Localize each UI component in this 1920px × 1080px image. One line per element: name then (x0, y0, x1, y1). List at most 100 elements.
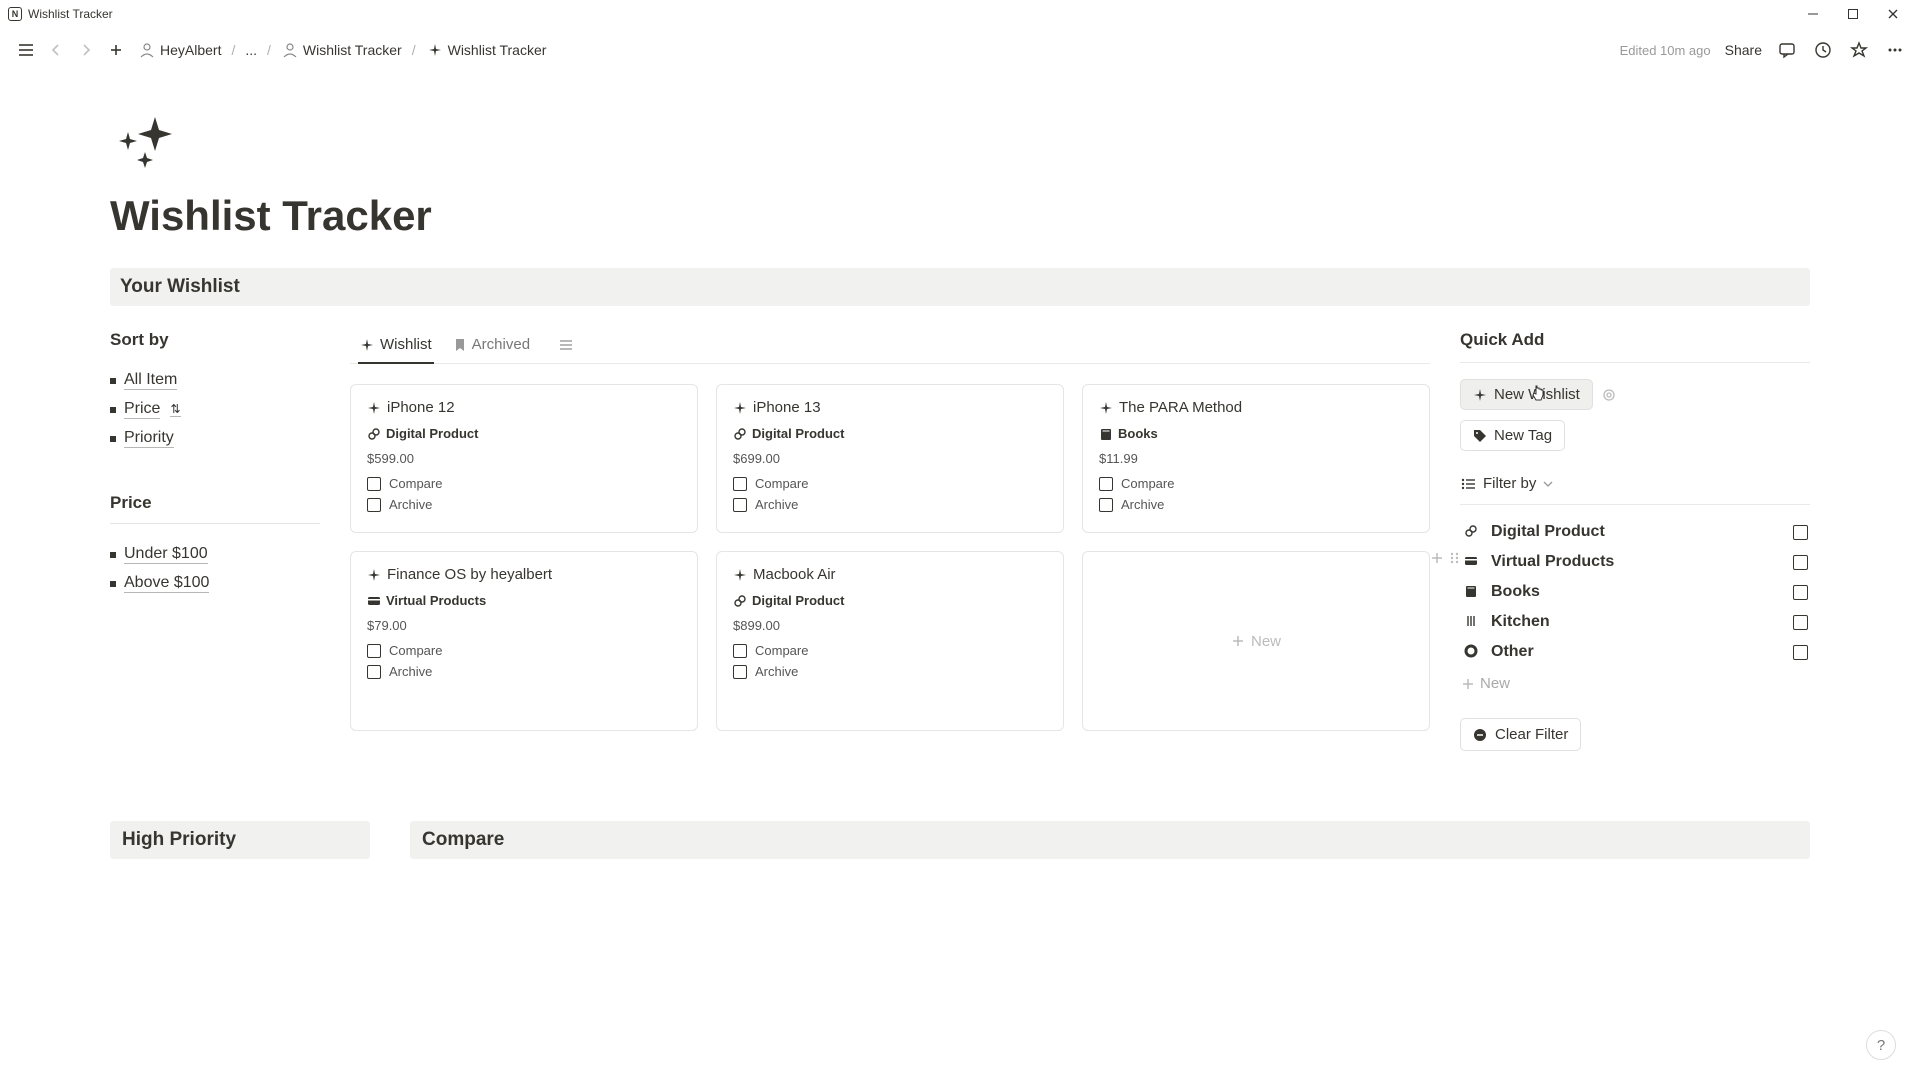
checkbox-icon (1793, 645, 1808, 660)
new-card-button[interactable]: New (1082, 551, 1430, 731)
wishlist-card[interactable]: iPhone 12Digital Product$599.00CompareAr… (350, 384, 698, 533)
archive-checkbox[interactable]: Archive (1099, 497, 1413, 512)
sparkle-icon (367, 401, 381, 415)
window-title: Wishlist Tracker (28, 7, 113, 21)
page-icon[interactable] (110, 112, 1810, 172)
plus-icon[interactable] (1429, 550, 1445, 566)
price-item-under[interactable]: Under $100 (110, 540, 320, 569)
tab-wishlist[interactable]: Wishlist (358, 330, 434, 363)
compare-checkbox[interactable]: Compare (367, 643, 681, 658)
filter-list: Digital ProductVirtual ProductsBooks Kitc… (1460, 517, 1810, 667)
archive-checkbox[interactable]: Archive (367, 497, 681, 512)
sparkle-icon (360, 338, 374, 352)
sort-item-price[interactable]: Price⇅ (110, 395, 320, 424)
avatar-icon (281, 41, 299, 59)
new-wishlist-button[interactable]: New Wishlist (1460, 379, 1593, 410)
more-icon[interactable] (1884, 39, 1906, 61)
filter-category-icon (1462, 554, 1482, 570)
clear-filter-button[interactable]: Clear Filter (1460, 718, 1581, 751)
hamburger-menu-button[interactable] (14, 38, 38, 62)
sparkle-icon (1099, 401, 1113, 415)
bullet-icon (110, 378, 116, 384)
breadcrumb-separator: / (412, 42, 416, 58)
window-maximize-button[interactable] (1844, 5, 1862, 23)
bullet-icon (110, 407, 116, 413)
sort-item-priority[interactable]: Priority (110, 424, 320, 453)
checkbox-icon (1793, 585, 1808, 600)
window-close-button[interactable] (1884, 5, 1902, 23)
sparkle-icon (426, 41, 444, 59)
sparkle-icon (733, 568, 747, 582)
filter-by-toggle[interactable]: Filter by (1460, 475, 1810, 505)
gear-icon[interactable] (1599, 385, 1619, 405)
tab-more-button[interactable] (556, 332, 576, 362)
checkbox-icon (367, 644, 381, 658)
filter-item[interactable]: Books (1460, 577, 1810, 607)
sparkle-icon (733, 401, 747, 415)
cards-grid: iPhone 12Digital Product$599.00CompareAr… (350, 384, 1430, 731)
tag-icon (367, 594, 381, 608)
wishlist-card[interactable]: iPhone 13Digital Product$699.00CompareAr… (716, 384, 1064, 533)
filter-item-label: Other (1491, 643, 1534, 661)
sparkle-icon (1473, 388, 1487, 402)
checkbox-icon (367, 498, 381, 512)
bookmark-icon (454, 338, 466, 352)
archive-checkbox[interactable]: Archive (733, 664, 1047, 679)
card-title-text: Finance OS by heyalbert (387, 566, 552, 583)
checkbox-icon (733, 665, 747, 679)
updates-icon[interactable] (1812, 39, 1834, 61)
breadcrumb-current[interactable]: Wishlist Tracker (422, 39, 551, 61)
breadcrumb-root[interactable]: HeyAlbert (134, 39, 225, 61)
checkbox-icon (733, 644, 747, 658)
filter-new-button[interactable]: New (1460, 667, 1810, 700)
filter-item[interactable]: Digital Product (1460, 517, 1810, 547)
breadcrumb-dots[interactable]: ... (241, 40, 261, 60)
card-tag-text: Digital Product (386, 426, 478, 441)
checkbox-icon (1099, 498, 1113, 512)
new-tag-button[interactable]: New Tag (1460, 420, 1565, 451)
breadcrumb-parent[interactable]: Wishlist Tracker (277, 39, 406, 61)
sparkle-icon (367, 568, 381, 582)
page-title[interactable]: Wishlist Tracker (110, 192, 1810, 240)
comments-icon[interactable] (1776, 39, 1798, 61)
card-title-text: iPhone 12 (387, 399, 455, 416)
filter-item-label: Kitchen (1491, 613, 1550, 631)
drag-handle-icon[interactable] (1449, 550, 1461, 566)
card-tag-text: Digital Product (752, 426, 844, 441)
new-tab-button[interactable] (104, 38, 128, 62)
bullet-icon (110, 581, 116, 587)
filter-item[interactable]: Other (1460, 637, 1810, 667)
wishlist-card[interactable]: The PARA MethodBooks$11.99CompareArchive (1082, 384, 1430, 533)
filter-category-icon (1462, 584, 1482, 600)
compare-checkbox[interactable]: Compare (1099, 476, 1413, 491)
clear-icon (1473, 728, 1487, 742)
favorite-icon[interactable] (1848, 39, 1870, 61)
nav-forward-button[interactable] (74, 38, 98, 62)
nav-back-button[interactable] (44, 38, 68, 62)
archive-checkbox[interactable]: Archive (367, 664, 681, 679)
filter-item[interactable]: Virtual Products (1460, 547, 1810, 577)
edited-timestamp: Edited 10m ago (1620, 43, 1711, 58)
wishlist-card[interactable]: Macbook AirDigital Product$899.00Compare… (716, 551, 1064, 731)
archive-checkbox[interactable]: Archive (733, 497, 1047, 512)
bullet-icon (110, 436, 116, 442)
breadcrumb: HeyAlbert / ... / Wishlist Tracker / Wis… (134, 39, 550, 61)
price-item-above[interactable]: Above $100 (110, 569, 320, 598)
wishlist-card[interactable]: Finance OS by heyalbert Virtual Products $… (350, 551, 698, 731)
compare-checkbox[interactable]: Compare (733, 476, 1047, 491)
card-tag-text: Virtual Products (386, 593, 486, 608)
compare-checkbox[interactable]: Compare (367, 476, 681, 491)
sort-item-all[interactable]: All Item (110, 366, 320, 395)
top-toolbar: HeyAlbert / ... / Wishlist Tracker / Wis… (0, 28, 1920, 72)
filter-category-icon (1462, 644, 1482, 660)
filter-category-icon (1462, 614, 1482, 630)
help-button[interactable]: ? (1866, 1030, 1896, 1060)
share-button[interactable]: Share (1725, 42, 1762, 58)
chevron-down-icon (1543, 480, 1553, 488)
tag-icon (367, 427, 381, 441)
card-price: $79.00 (367, 618, 681, 633)
window-minimize-button[interactable] (1804, 5, 1822, 23)
filter-item[interactable]: Kitchen (1460, 607, 1810, 637)
tab-archived[interactable]: Archived (452, 330, 532, 363)
compare-checkbox[interactable]: Compare (733, 643, 1047, 658)
